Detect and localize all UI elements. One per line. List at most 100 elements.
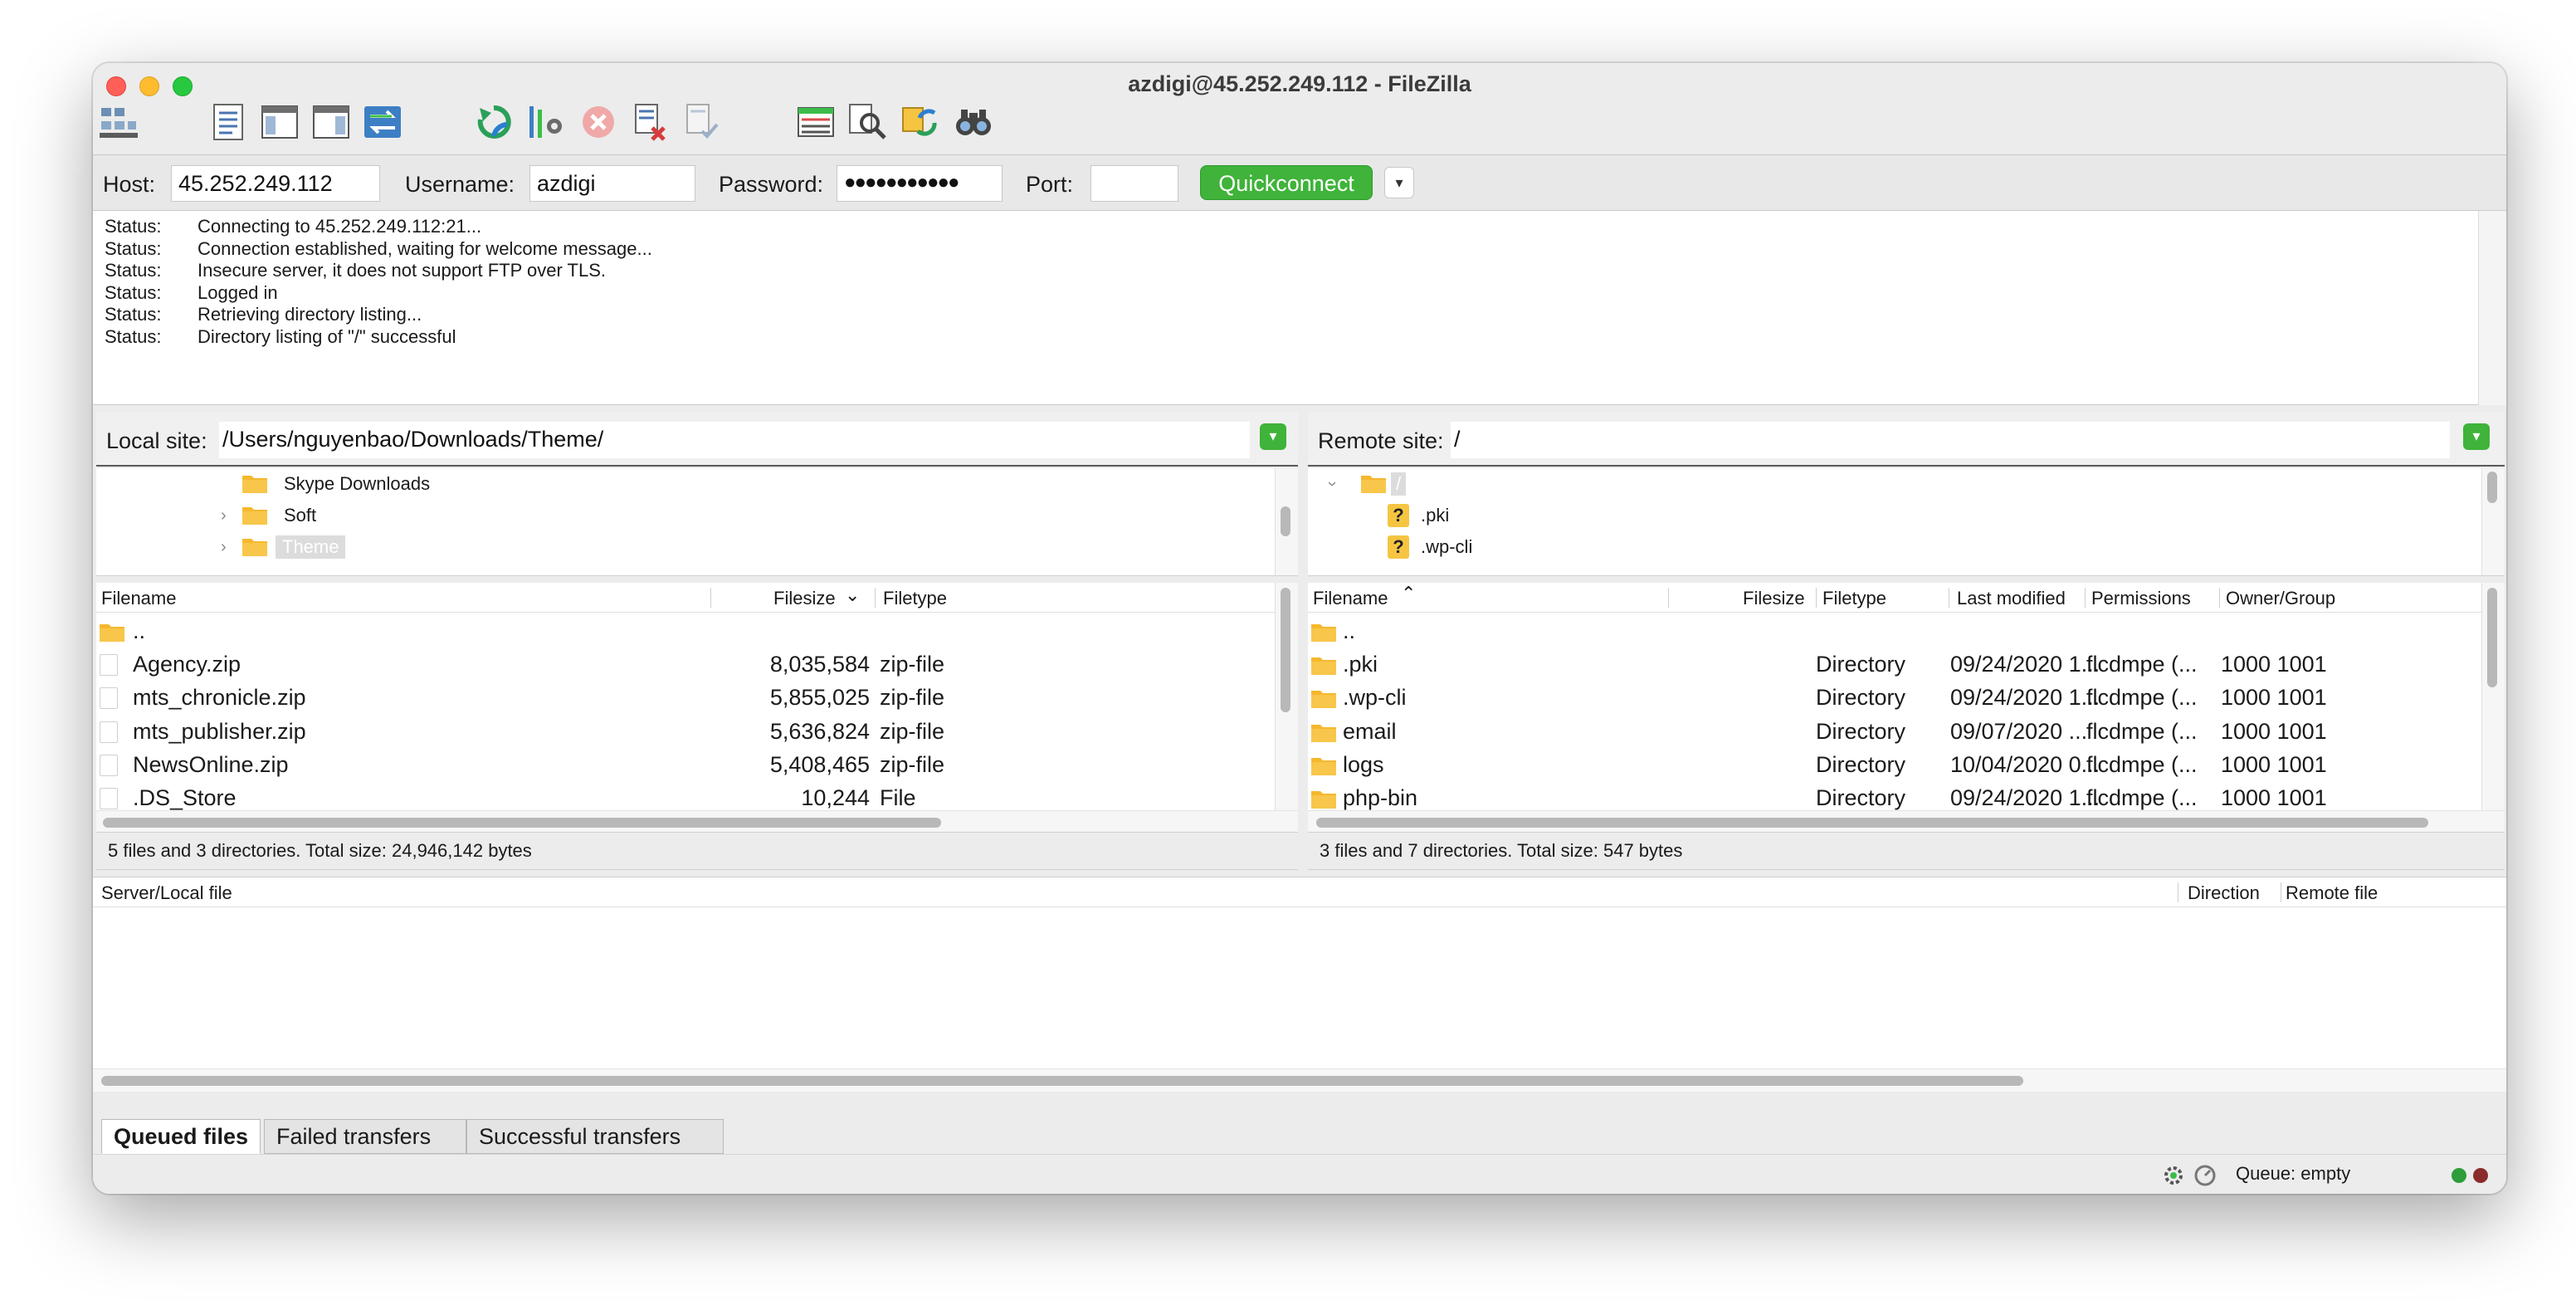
search-files-icon[interactable]	[953, 101, 994, 143]
column-filetype[interactable]: Filetype	[883, 588, 947, 609]
file-type: zip-file	[880, 718, 945, 744]
speed-limit-icon[interactable]	[2193, 1163, 2217, 1188]
port-input[interactable]	[1090, 165, 1178, 202]
file-permissions: flcdmpe (...	[2086, 785, 2198, 810]
log-entry: Status: Connection established, waiting f…	[93, 238, 2478, 261]
queue-status: Queue: empty	[2236, 1163, 2351, 1184]
column-filename[interactable]: Filename	[1313, 588, 1388, 609]
directory-listing-filter-icon[interactable]	[795, 101, 837, 143]
reconnect-icon[interactable]	[681, 101, 722, 143]
tab-queued-files[interactable]: Queued files	[101, 1119, 261, 1154]
column-remote-file[interactable]: Remote file	[2286, 882, 2378, 904]
file-row[interactable]: php-bin Directory 09/24/2020 1... flcdmpe (…	[1308, 781, 2505, 814]
local-site-label: Local site:	[106, 428, 207, 453]
gear-icon[interactable]	[2161, 1163, 2186, 1188]
tab-successful-transfers[interactable]: Successful transfers	[466, 1119, 724, 1154]
sort-descending-icon: ⌄	[845, 584, 861, 605]
column-filesize[interactable]: Filesize	[1743, 588, 1805, 609]
file-row[interactable]: NewsOnline.zip 5,408,465 zip-file	[96, 748, 1298, 781]
disconnect-icon[interactable]	[629, 101, 671, 143]
log-entry-type: Status:	[105, 304, 162, 325]
file-permissions: flcdmpe (...	[2086, 652, 2198, 677]
file-type: zip-file	[880, 751, 945, 777]
column-filename[interactable]: Filename	[101, 588, 176, 609]
file-icon	[100, 721, 118, 743]
message-log-icon[interactable]	[207, 101, 249, 143]
refresh-icon[interactable]	[473, 101, 515, 143]
folder-icon	[1311, 791, 1336, 809]
tree-item-theme[interactable]: › Theme	[96, 531, 1275, 563]
log-entry-type: Status:	[105, 325, 162, 347]
file-type: zip-file	[880, 652, 945, 677]
file-row[interactable]: .wp-cli Directory 09/24/2020 1... flcdmpe (…	[1308, 681, 2505, 714]
column-owner-group[interactable]: Owner/Group	[2226, 588, 2335, 609]
remote-tree-icon[interactable]	[310, 101, 352, 143]
file-name: Agency.zip	[133, 652, 242, 677]
file-row[interactable]: mts_chronicle.zip 5,855,025 zip-file	[96, 681, 1298, 714]
chevron-down-icon[interactable]: ›	[1316, 481, 1348, 487]
file-owner-group: 1000 1001	[2221, 685, 2327, 711]
file-row[interactable]: ..	[1308, 614, 2505, 648]
file-name: logs	[1343, 751, 1384, 777]
file-row[interactable]: .pki Directory 09/24/2020 1... flcdmpe (...…	[1308, 648, 2505, 681]
queue-hscrollbar[interactable]	[93, 1068, 2506, 1092]
quickconnect-button[interactable]: Quickconnect	[1200, 165, 1373, 200]
file-type: zip-file	[880, 685, 945, 711]
local-site-path-input[interactable]: /Users/nguyenbao/Downloads/Theme/	[219, 422, 1250, 458]
file-type: Directory	[1816, 652, 1906, 677]
file-name: php-bin	[1343, 785, 1418, 810]
column-direction[interactable]: Direction	[2188, 882, 2260, 904]
file-row[interactable]: .DS_Store 10,244 File	[96, 781, 1298, 814]
sync-browsing-icon[interactable]	[898, 101, 939, 143]
tree-item-soft[interactable]: › Soft	[96, 500, 1275, 531]
chevron-right-icon[interactable]: ›	[221, 500, 227, 531]
queue-tabs: Queued files Failed transfers Successful…	[93, 1116, 2506, 1154]
remote-file-list-vscrollbar[interactable]	[2481, 583, 2505, 810]
column-filesize[interactable]: Filesize	[773, 588, 836, 609]
transfer-queue-icon[interactable]	[362, 101, 403, 143]
message-log: Status: Connecting to 45.252.249.112:21..…	[93, 211, 2478, 405]
site-manager-icon[interactable]	[98, 101, 139, 143]
tree-item-wp-cli[interactable]: ? .wp-cli	[1308, 531, 2478, 563]
file-row[interactable]: ..	[96, 614, 1298, 648]
message-log-scrollbar[interactable]	[2478, 211, 2506, 405]
column-server-local-file[interactable]: Server/Local file	[101, 882, 232, 904]
local-tree-scrollbar[interactable]	[1275, 468, 1298, 575]
file-last-modified: 09/24/2020 1...	[1950, 652, 2100, 677]
remote-site-path-input[interactable]: /	[1451, 422, 2450, 458]
file-row[interactable]: logs Directory 10/04/2020 0... flcdmpe (...…	[1308, 748, 2505, 781]
cancel-icon[interactable]	[578, 101, 619, 143]
password-input[interactable]: ●●●●●●●●●●●	[837, 165, 1003, 202]
local-file-list-hscrollbar[interactable]	[96, 810, 1298, 833]
tree-item-root[interactable]: › /	[1308, 468, 2478, 500]
local-file-list-vscrollbar[interactable]	[1275, 583, 1298, 810]
local-status-line: 5 files and 3 directories. Total size: 2…	[96, 832, 1298, 870]
file-row[interactable]: Agency.zip 8,035,584 zip-file	[96, 648, 1298, 681]
folder-icon	[242, 476, 267, 493]
remote-tree-scrollbar[interactable]	[2481, 468, 2505, 575]
column-last-modified[interactable]: Last modified	[1957, 588, 2066, 609]
remote-site-dropdown-icon[interactable]: ▾	[2463, 423, 2490, 450]
quickconnect-dropdown-button[interactable]: ▾	[1384, 167, 1414, 198]
local-file-list-header: Filename Filesize ⌄ Filetype	[96, 583, 1298, 613]
tree-item-pki[interactable]: ? .pki	[1308, 500, 2478, 531]
compare-directories-icon[interactable]	[846, 101, 888, 143]
remote-file-list-hscrollbar[interactable]	[1308, 810, 2505, 833]
column-filetype[interactable]: Filetype	[1822, 588, 1886, 609]
host-input[interactable]: 45.252.249.112	[171, 165, 380, 202]
file-size: 8,035,584	[769, 652, 870, 677]
local-site-dropdown-icon[interactable]: ▾	[1260, 423, 1286, 450]
file-row[interactable]: mts_publisher.zip 5,636,824 zip-file	[96, 715, 1298, 748]
local-file-list: Filename Filesize ⌄ Filetype .. Agency.zi…	[96, 583, 1298, 833]
local-tree-icon[interactable]	[259, 101, 300, 143]
chevron-right-icon[interactable]: ›	[221, 531, 227, 563]
file-type: Directory	[1816, 718, 1906, 744]
username-input[interactable]: azdigi	[529, 165, 695, 202]
process-queue-icon[interactable]	[524, 101, 566, 143]
tab-failed-transfers[interactable]: Failed transfers	[264, 1119, 466, 1154]
column-permissions[interactable]: Permissions	[2091, 588, 2191, 609]
folder-icon	[1361, 476, 1386, 493]
file-last-modified: 09/24/2020 1...	[1950, 785, 2100, 810]
file-row[interactable]: email Directory 09/07/2020 ... flcdmpe (...…	[1308, 715, 2505, 748]
tree-item-skype-downloads[interactable]: Skype Downloads	[96, 468, 1275, 500]
